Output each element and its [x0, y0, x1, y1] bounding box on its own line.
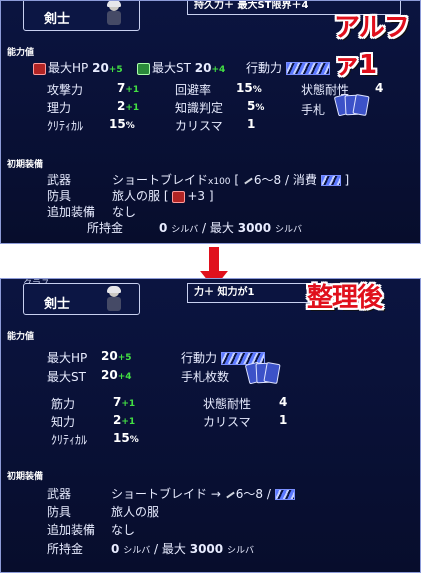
hand-cards-icon — [333, 93, 372, 117]
status-resist-value: 4 — [375, 81, 384, 95]
max-hp-row: 最大HP 20+5 — [33, 59, 123, 76]
money-row: 0 シルバ / 最大 3000 シルバ — [111, 542, 254, 556]
class-name: 剣士 — [44, 297, 71, 312]
class-box: 剣士 — [23, 1, 140, 31]
intellect-value: 2+1 — [117, 99, 140, 113]
weapon-row: ショートブレイドx100 [ 6～8 / 消費 ] — [112, 173, 350, 187]
max-st-value: 20+4 — [101, 368, 132, 382]
handwritten-label: 整理後 — [307, 283, 383, 313]
st-icon — [137, 62, 150, 75]
stamina-cost-icon — [320, 175, 341, 186]
intellect-label: 理力 — [47, 101, 72, 115]
max-hp-value: 20+5 — [101, 349, 132, 363]
armor-label: 防具 — [47, 189, 72, 203]
status-resist-label: 状態耐性 — [203, 397, 252, 411]
character-portrait — [104, 286, 124, 312]
charisma-label: カリスマ — [175, 119, 223, 133]
action-gauge-icon — [285, 62, 330, 75]
handwritten-label: アルファ1 — [334, 13, 410, 80]
critical-value: 15% — [109, 117, 135, 131]
critical-value: 15% — [113, 431, 139, 445]
character-portrait — [104, 1, 124, 26]
extra-equip-value: なし — [112, 205, 137, 219]
intellect-label: 知力 — [51, 415, 76, 429]
critical-label: ｸﾘﾃｨｶﾙ — [47, 119, 84, 133]
hp-icon — [172, 190, 186, 203]
sword-icon — [243, 176, 253, 186]
section-title-stats: 能力値 — [7, 48, 35, 58]
status-panel-before: 剣士 持久力＋ 最大ST限界＋4 アルファ1 能力値 最大HP 20+5 最大S… — [0, 0, 421, 244]
weapon-row: ショートブレイド → 6～8 / — [111, 485, 295, 502]
weapon-label: 武器 — [47, 487, 72, 501]
hand-count-label: 手札枚数 — [181, 370, 230, 384]
max-st-row: 最大ST 20+4 — [137, 59, 225, 76]
max-st-label: 最大ST — [47, 370, 86, 384]
weapon-label: 武器 — [47, 173, 72, 187]
intellect-value: 2+1 — [113, 413, 136, 427]
extra-equip-value: なし — [111, 523, 136, 537]
hand-label: 手札 — [301, 103, 326, 117]
armor-row: 旅人の服 [ +3 ] — [112, 189, 214, 203]
class-box: 剣士 — [23, 283, 140, 315]
extra-equip-label: 追加装備 — [47, 523, 96, 537]
evasion-label: 回避率 — [175, 83, 212, 97]
sword-icon — [225, 490, 235, 500]
extra-equip-label: 追加装備 — [47, 205, 96, 219]
money-label: 所持金 — [47, 542, 84, 556]
charisma-value: 1 — [247, 117, 256, 131]
status-panel-after: クラス 剣士 力＋ 知力が1 整理後 能力値 最大HP 20+5 行動力 最大S… — [0, 278, 421, 573]
money-row: 0 シルバ / 最大 3000 シルバ — [159, 221, 302, 235]
knowledge-label: 知識判定 — [175, 101, 224, 115]
stamina-cost-icon — [274, 489, 295, 500]
strength-value: 7+1 — [113, 395, 136, 409]
strength-label: 筋力 — [51, 397, 76, 411]
hp-icon — [33, 62, 46, 75]
charisma-label: カリスマ — [203, 415, 251, 429]
action-row: 行動力 — [246, 59, 330, 76]
money-label: 所持金 — [87, 221, 124, 235]
hand-cards-icon — [244, 361, 283, 385]
attack-label: 攻撃力 — [47, 83, 84, 97]
evasion-value: 15% — [236, 81, 262, 95]
status-resist-value: 4 — [279, 395, 288, 409]
armor-label: 防具 — [47, 505, 72, 519]
armor-value: 旅人の服 — [111, 505, 160, 519]
attack-value: 7+1 — [117, 81, 140, 95]
charisma-value: 1 — [279, 413, 288, 427]
section-title-equipment: 初期装備 — [7, 472, 44, 482]
knowledge-value: 5% — [247, 99, 265, 113]
section-title-stats: 能力値 — [7, 332, 35, 342]
class-name: 剣士 — [44, 12, 71, 27]
max-hp-label: 最大HP — [47, 351, 88, 365]
critical-label: ｸﾘﾃｨｶﾙ — [51, 433, 88, 447]
section-title-equipment: 初期装備 — [7, 160, 44, 170]
